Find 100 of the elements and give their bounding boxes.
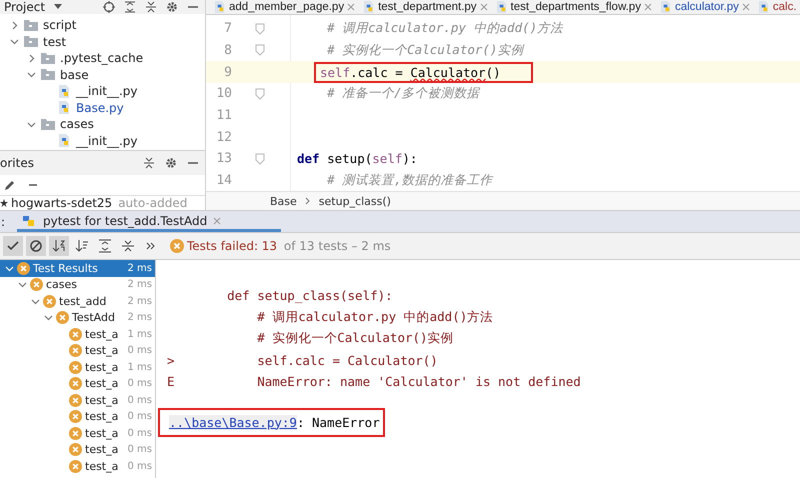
chevron-icon[interactable]	[27, 54, 36, 63]
tree-item[interactable]: test	[43, 34, 66, 49]
settings-icon[interactable]	[165, 156, 177, 169]
pencil-icon[interactable]	[4, 179, 16, 192]
error-location: ..\base\Base.py:9: NameError	[158, 408, 385, 436]
line-marker: E	[167, 374, 175, 390]
sort-duration-icon	[75, 239, 89, 253]
failed-icon	[69, 360, 82, 374]
expand-all-icon[interactable]	[124, 1, 136, 13]
line-number: 8	[223, 42, 232, 58]
failed-icon	[69, 328, 82, 341]
panel-title: orites	[0, 156, 34, 170]
tree-item[interactable]: script	[43, 18, 76, 32]
panel-title: Project	[4, 0, 46, 14]
tree-item[interactable]: Base.py	[76, 100, 124, 115]
python-file-icon	[58, 84, 71, 98]
failed-icon	[30, 278, 43, 292]
failed-icon	[69, 344, 82, 358]
result-row[interactable]: test_a 0 ms	[0, 392, 155, 408]
tree-item[interactable]: __init__.py	[76, 134, 138, 148]
result-row[interactable]: test_a 0 ms	[0, 425, 155, 442]
check-button[interactable]	[3, 236, 23, 256]
result-row[interactable]: TestAdd 2 ms	[0, 310, 155, 326]
result-row[interactable]: test_a 0 ms	[0, 408, 155, 425]
target-icon[interactable]	[103, 1, 115, 13]
close-icon[interactable]	[742, 2, 750, 11]
failed-icon	[17, 262, 30, 275]
result-row[interactable]: test_add 2 ms	[0, 293, 155, 310]
fold-marker-icon[interactable]	[254, 152, 264, 165]
chevron-icon[interactable]	[27, 120, 36, 129]
file-tab[interactable]: test_departments_flow.py	[510, 0, 641, 14]
fold-marker-icon[interactable]	[254, 88, 264, 100]
breadcrumb-item[interactable]: Base	[270, 194, 297, 208]
collapse-all-icon[interactable]	[145, 1, 157, 13]
chevron-icon[interactable]	[27, 70, 36, 80]
line-number: 14	[215, 172, 232, 188]
ban-icon	[29, 239, 43, 253]
folder-icon	[41, 69, 55, 80]
star-icon	[0, 198, 8, 208]
tree-item[interactable]: base	[60, 68, 89, 82]
line-number: 12	[215, 130, 232, 145]
failed-icon	[170, 239, 184, 253]
failed-icon	[56, 311, 69, 324]
line-number: 13	[215, 151, 232, 166]
settings-icon[interactable]	[166, 1, 178, 13]
sort-alpha-button[interactable]	[49, 236, 69, 256]
failed-icon	[69, 394, 82, 407]
output-line: NameError: name 'Calculator' is not defined	[256, 374, 581, 390]
result-row[interactable]: Test Results 2 ms	[0, 260, 155, 276]
chevron-icon[interactable]	[10, 20, 19, 30]
folder-icon	[41, 118, 55, 130]
result-row[interactable]: test_a 1 ms	[0, 359, 155, 376]
file-tab[interactable]: calculator.py	[674, 0, 739, 14]
close-icon[interactable]	[644, 2, 652, 11]
code-text: self.calc = Calculator()	[314, 62, 533, 82]
folder-icon	[24, 36, 38, 48]
failed-icon	[69, 426, 82, 440]
favorite-item[interactable]: hogwarts-sdet25	[11, 196, 112, 210]
chevron-icon	[304, 197, 311, 206]
fold-marker-icon[interactable]	[254, 22, 264, 35]
result-row[interactable]: test_a 0 ms	[0, 342, 155, 359]
python-file-icon	[363, 0, 376, 13]
tree-item[interactable]: cases	[60, 117, 94, 132]
tree-item[interactable]: __init__.py	[76, 84, 138, 98]
result-row[interactable]: test_a 0 ms	[0, 376, 155, 392]
python-file-icon	[58, 101, 71, 114]
close-icon[interactable]	[480, 2, 488, 11]
result-row[interactable]: test_a 1 ms	[0, 326, 155, 342]
breadcrumb-item[interactable]: setup_class()	[318, 194, 391, 208]
check-icon	[6, 239, 20, 253]
code-text: # 测试装置,数据的准备工作	[326, 170, 494, 189]
code-text: def setup(self):	[296, 150, 418, 168]
close-icon[interactable]	[347, 2, 356, 11]
output-line: def setup_class(self):	[226, 288, 393, 304]
expand-icon	[98, 239, 112, 253]
favorite-note: auto-added	[118, 196, 188, 210]
code-text: # 实例化一个Calculator()实例	[326, 40, 526, 59]
file-tab[interactable]: add_member_page.py	[229, 0, 344, 14]
fold-marker-icon[interactable]	[254, 44, 264, 56]
dropdown-icon[interactable]	[54, 4, 62, 10]
line-number: 10	[215, 86, 232, 102]
result-row[interactable]: test_a 0 ms	[0, 442, 155, 458]
chevron-icon[interactable]	[10, 37, 19, 46]
failed-icon	[69, 377, 82, 390]
collapse-all-icon[interactable]	[143, 156, 155, 169]
python-file-icon	[660, 0, 672, 13]
file-link[interactable]: ..\base\Base.py:9	[169, 414, 297, 430]
folder-icon	[41, 52, 55, 64]
ban-button[interactable]	[26, 236, 46, 256]
code-text: # 调用calculator.py 中的add()方法	[326, 19, 564, 38]
file-tab[interactable]: test_department.py	[378, 0, 477, 14]
line-number: 11	[215, 108, 232, 123]
result-row[interactable]: test_a 0 ms	[0, 458, 155, 474]
tree-item[interactable]: .pytest_cache	[60, 51, 144, 66]
failed-icon	[69, 410, 82, 424]
file-tab[interactable]: calc.	[772, 0, 797, 14]
line-marker: >	[167, 352, 175, 368]
result-row[interactable]: cases 2 ms	[0, 276, 155, 293]
failed-icon	[69, 460, 82, 473]
line-number: 7	[223, 21, 232, 36]
